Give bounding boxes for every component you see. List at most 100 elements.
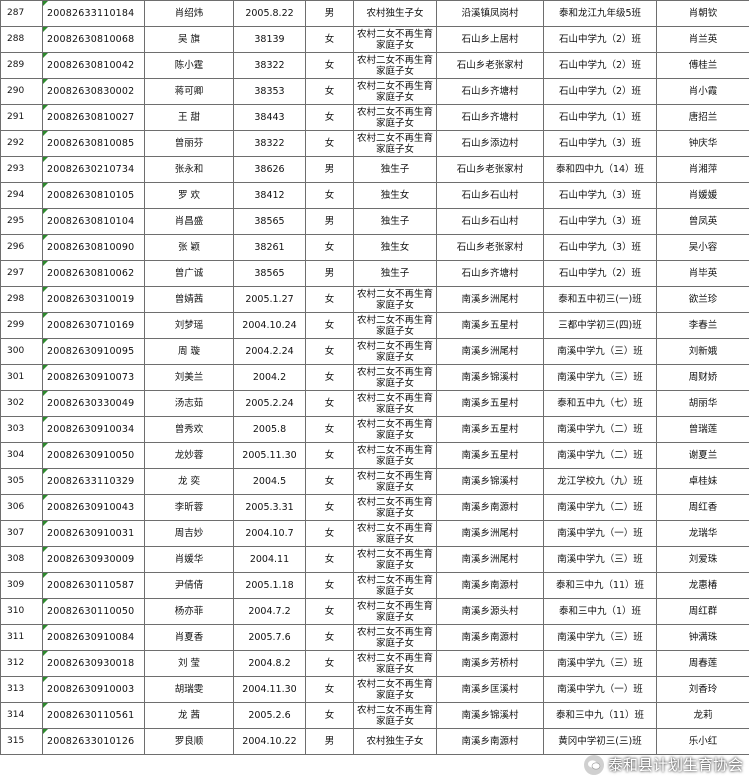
gender-cell: 男 — [305, 260, 354, 287]
student-name-cell: 尹倩倩 — [144, 572, 234, 599]
table-row: 310 20082630110050 杨亦菲 2004.7.2 女农村二女不再生育家庭子… — [0, 598, 749, 625]
student-id-cell: 20082630910003 — [42, 676, 145, 703]
student-name-cell: 肖昌盛 — [144, 208, 234, 235]
student-id-cell: 20082630810090 — [42, 234, 145, 261]
mother-name-cell: 胡丽华 — [656, 390, 749, 417]
cell-marker — [43, 27, 48, 32]
household-type-cell: 农村二女不再生育家庭子女 — [353, 416, 437, 443]
cell-marker — [43, 313, 48, 318]
household-type-cell: 独生子 — [353, 208, 437, 235]
student-name-cell: 汤志茹 — [144, 390, 234, 417]
residence-village-cell: 南溪乡五星村 — [436, 416, 544, 443]
gender-cell: 女 — [305, 234, 354, 261]
row-number-cell: 312 — [0, 650, 43, 677]
student-name-cell: 杨亦菲 — [144, 598, 234, 625]
row-number-cell: 307 — [0, 520, 43, 547]
birth-date-cell: 38412 — [233, 182, 306, 209]
gender-cell: 男 — [305, 156, 354, 183]
row-number-cell: 315 — [0, 728, 43, 755]
residence-village-cell: 南溪乡源头村 — [436, 598, 544, 625]
cell-marker — [43, 625, 48, 630]
mother-name-cell: 肖朝钦 — [656, 0, 749, 27]
gender-cell: 女 — [305, 598, 354, 625]
birth-date-cell: 38353 — [233, 78, 306, 105]
school-class-cell: 泰和三中九（11）班 — [543, 572, 657, 599]
school-class-cell: 石山中学九（3）班 — [543, 234, 657, 261]
birth-date-cell: 2004.8.2 — [233, 650, 306, 677]
household-type-cell: 农村二女不再生育家庭子女 — [353, 624, 437, 651]
cell-marker — [43, 209, 48, 214]
student-name-cell: 周吉妙 — [144, 520, 234, 547]
birth-date-cell: 2004.11 — [233, 546, 306, 573]
household-type-cell: 农村二女不再生育家庭子女 — [353, 286, 437, 313]
cell-marker — [43, 599, 48, 604]
residence-village-cell: 南溪乡南源村 — [436, 494, 544, 521]
table-row: 304 20082630910050 龙妙蓉 2005.11.30 女农村二女不再生育家… — [0, 442, 749, 469]
student-id-cell: 20082630910034 — [42, 416, 145, 443]
gender-cell: 女 — [305, 416, 354, 443]
cell-marker — [43, 703, 48, 708]
mother-name-cell: 欲兰珍 — [656, 286, 749, 313]
table-row: 313 20082630910003 胡瑞雯 2004.11.30 女农村二女不再生育家… — [0, 676, 749, 703]
gender-cell: 女 — [305, 494, 354, 521]
school-class-cell: 石山中学九（2）班 — [543, 52, 657, 79]
household-type-cell: 农村二女不再生育家庭子女 — [353, 104, 437, 131]
birth-date-cell: 2005.3.31 — [233, 494, 306, 521]
school-class-cell: 南溪中学九（三）班 — [543, 624, 657, 651]
mother-name-cell: 唐招兰 — [656, 104, 749, 131]
birth-date-cell: 38443 — [233, 104, 306, 131]
household-type-cell: 农村二女不再生育家庭子女 — [353, 364, 437, 391]
table-row: 315 20082633010126 罗良顺 2004.10.22 男农村独生子女 南溪乡… — [0, 728, 749, 755]
mother-name-cell: 吴小容 — [656, 234, 749, 261]
row-number-cell: 287 — [0, 0, 43, 27]
birth-date-cell: 2005.8.22 — [233, 0, 306, 27]
table-row: 289 20082630810042 陈小霆 38322 女农村二女不再生育家庭子女 石山… — [0, 52, 749, 79]
cell-marker — [43, 157, 48, 162]
student-name-cell: 刘美兰 — [144, 364, 234, 391]
table-row: 311 20082630910084 肖夏香 2005.7.6 女农村二女不再生育家庭子… — [0, 624, 749, 651]
cell-marker — [43, 261, 48, 266]
gender-cell: 女 — [305, 104, 354, 131]
gender-cell: 女 — [305, 26, 354, 53]
school-class-cell: 石山中学九（3）班 — [543, 130, 657, 157]
row-number-cell: 302 — [0, 390, 43, 417]
school-class-cell: 南溪中学九（二）班 — [543, 416, 657, 443]
mother-name-cell: 肖毕英 — [656, 260, 749, 287]
row-number-cell: 306 — [0, 494, 43, 521]
gender-cell: 女 — [305, 182, 354, 209]
household-type-cell: 农村二女不再生育家庭子女 — [353, 52, 437, 79]
mother-name-cell: 卓桂妹 — [656, 468, 749, 495]
student-name-cell: 胡瑞雯 — [144, 676, 234, 703]
mother-name-cell: 曾瑞莲 — [656, 416, 749, 443]
row-number-cell: 294 — [0, 182, 43, 209]
cell-marker — [43, 287, 48, 292]
student-name-cell: 刘梦瑶 — [144, 312, 234, 339]
gender-cell: 女 — [305, 572, 354, 599]
birth-date-cell: 2005.2.6 — [233, 702, 306, 729]
table-row: 300 20082630910095 周 璇 2004.2.24 女农村二女不再生育家庭… — [0, 338, 749, 365]
mother-name-cell: 周红香 — [656, 494, 749, 521]
residence-village-cell: 南溪乡五星村 — [436, 390, 544, 417]
student-id-cell: 20082630810068 — [42, 26, 145, 53]
mother-name-cell: 周春莲 — [656, 650, 749, 677]
mother-name-cell: 龙莉 — [656, 702, 749, 729]
mother-name-cell: 肖湘萍 — [656, 156, 749, 183]
table-row: 290 20082630830002 蒋可卿 38353 女农村二女不再生育家庭子女 石山… — [0, 78, 749, 105]
residence-village-cell: 南溪乡南源村 — [436, 624, 544, 651]
birth-date-cell: 2004.2 — [233, 364, 306, 391]
row-number-cell: 309 — [0, 572, 43, 599]
cell-marker — [43, 131, 48, 136]
student-name-cell: 肖夏香 — [144, 624, 234, 651]
school-class-cell: 石山中学九（2）班 — [543, 26, 657, 53]
gender-cell: 男 — [305, 0, 354, 27]
gender-cell: 女 — [305, 676, 354, 703]
residence-village-cell: 石山乡老张家村 — [436, 52, 544, 79]
student-id-cell: 20082630910031 — [42, 520, 145, 547]
student-id-cell: 20082630910095 — [42, 338, 145, 365]
table-row: 297 20082630810062 曾广诚 38565 男独生子 石山乡齐塘村 石山中学九… — [0, 260, 749, 287]
household-type-cell: 农村二女不再生育家庭子女 — [353, 520, 437, 547]
household-type-cell: 农村二女不再生育家庭子女 — [353, 78, 437, 105]
student-id-cell: 20082630710169 — [42, 312, 145, 339]
student-id-cell: 20082630210734 — [42, 156, 145, 183]
student-id-cell: 20082630810027 — [42, 104, 145, 131]
